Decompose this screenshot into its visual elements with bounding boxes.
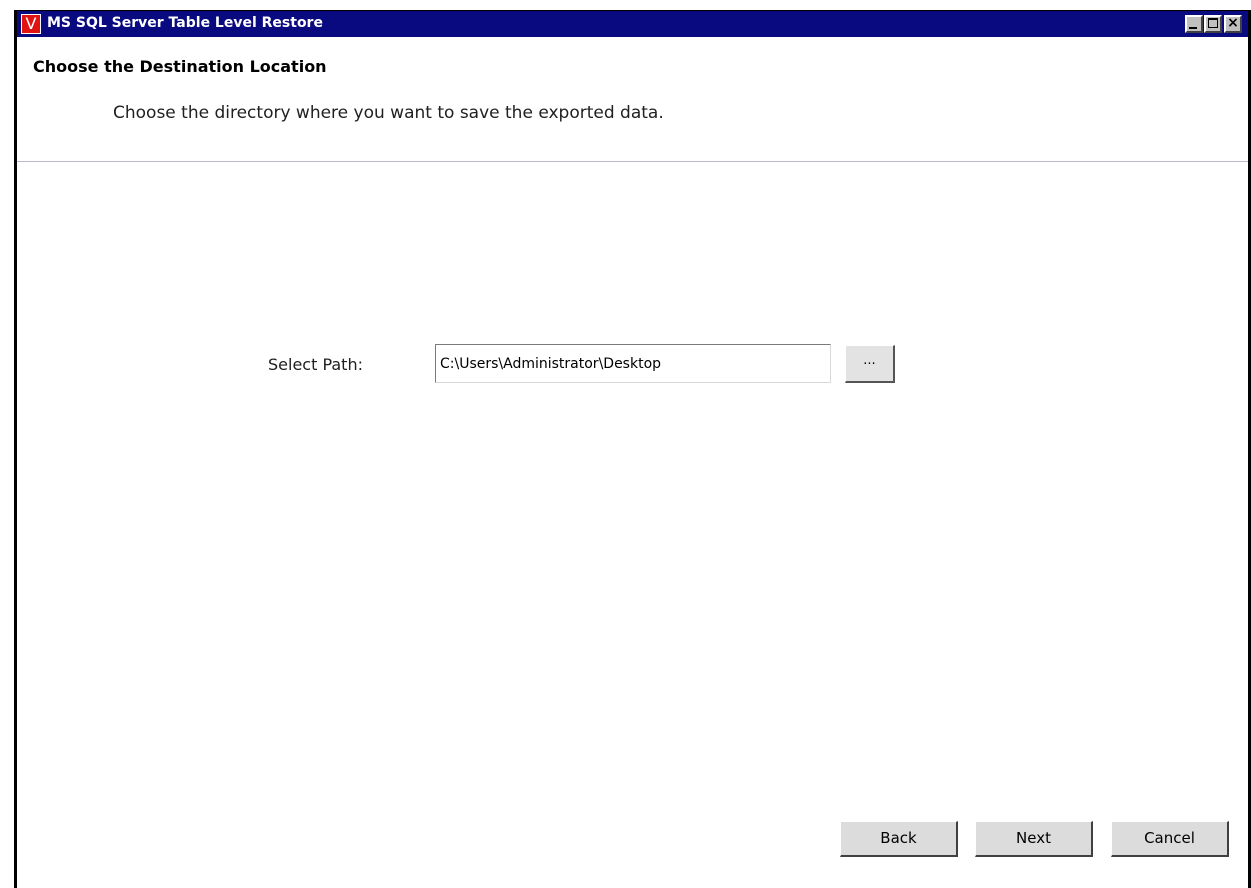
app-window: V MS SQL Server Table Level Restore × Ch… (14, 10, 1251, 888)
maximize-button[interactable] (1204, 15, 1222, 33)
maximize-icon (1208, 18, 1218, 28)
cancel-button[interactable]: Cancel (1111, 821, 1229, 857)
close-icon: × (1227, 15, 1239, 31)
page-title: Choose the Destination Location (33, 57, 327, 76)
app-logo-icon: V (21, 14, 41, 34)
minimize-icon (1189, 27, 1197, 29)
title-bar[interactable]: V MS SQL Server Table Level Restore × (17, 11, 1248, 37)
header-divider (17, 161, 1248, 162)
minimize-button[interactable] (1185, 15, 1203, 33)
browse-button[interactable]: ... (845, 345, 895, 383)
close-button[interactable]: × (1224, 15, 1242, 33)
window-title: MS SQL Server Table Level Restore (47, 15, 323, 31)
select-path-label: Select Path: (268, 355, 363, 374)
next-button[interactable]: Next (975, 821, 1093, 857)
page-description: Choose the directory where you want to s… (113, 103, 664, 123)
wizard-header: Choose the Destination Location Choose t… (17, 37, 1248, 162)
path-input[interactable] (435, 344, 831, 383)
back-button[interactable]: Back (840, 821, 958, 857)
